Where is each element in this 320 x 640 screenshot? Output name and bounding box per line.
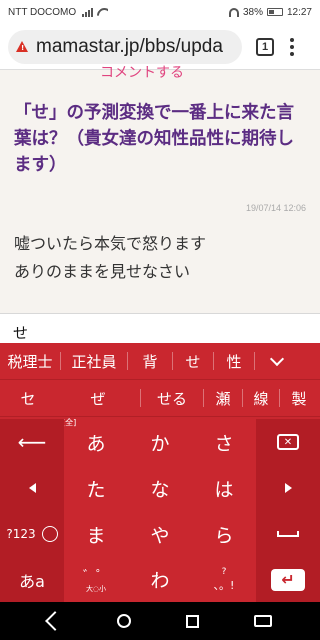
undo-arrow-icon: ⟵ <box>17 430 47 454</box>
thread-title: 「せ」の予測変換で一番上に来た言葉は？（貴女達の知性品性に期待します） <box>14 103 294 175</box>
kana-key-ma[interactable]: ま <box>64 511 128 557</box>
key-grid: ⟵ ?123 あa あ か さ た な は ま や ら ゛゜ 大◌小 わ ? 、… <box>0 419 320 602</box>
candidate-row: 税理士 正社員 背 せ 性 <box>0 343 320 380</box>
number-mode-key[interactable]: ?123 <box>0 511 64 557</box>
overflow-menu-icon[interactable] <box>290 37 294 56</box>
kana-key-ha[interactable]: は <box>192 465 256 511</box>
candidate[interactable]: 瀬 <box>204 380 242 416</box>
japanese-keyboard: 税理士 正社員 背 せ 性 セ [全] ぜ せる 瀬 線 製 ⟵ ?123 あa… <box>0 343 320 602</box>
backspace-icon: ✕ <box>277 434 299 450</box>
chevron-down-icon <box>269 351 285 367</box>
recents-icon[interactable] <box>186 614 200 628</box>
cursor-left-key[interactable] <box>0 465 64 511</box>
headphones-icon <box>228 7 239 17</box>
dakuten-key[interactable]: ゛゜ 大◌小 <box>64 557 128 602</box>
back-icon[interactable] <box>44 611 65 631</box>
cursor-right-key[interactable] <box>256 465 320 511</box>
tab-count: 1 <box>261 40 269 53</box>
post-date: 19/07/14 12:06 <box>245 203 306 213</box>
comment-input[interactable]: せ <box>0 313 320 343</box>
kana-key-wa[interactable]: わ <box>128 557 192 602</box>
status-bar: NTT DOCOMO 38% 12:27 <box>0 0 320 24</box>
url-text[interactable]: mamastar.jp/bbs/upda <box>36 36 223 58</box>
keyboard-icon[interactable] <box>254 615 273 627</box>
post-body-line: ありのままを見せなさい <box>14 262 191 281</box>
candidate[interactable]: 税理士 <box>0 343 60 379</box>
expand-candidates-button[interactable] <box>255 343 299 379</box>
address-bar[interactable]: ! mamastar.jp/bbs/upda <box>8 29 242 64</box>
post-body-line: 嘘ついたら本気で怒ります <box>14 234 207 253</box>
not-secure-warning-icon[interactable]: ! <box>16 41 28 52</box>
system-nav-bar <box>0 602 320 640</box>
tab-switcher-button[interactable]: 1 <box>256 37 274 56</box>
punctuation-bottom-label: 、。! <box>213 578 235 592</box>
size-toggle-label: 大◌小 <box>85 585 107 593</box>
input-mode-key[interactable]: あa <box>0 557 64 602</box>
battery-percent: 38% <box>242 6 263 18</box>
punctuation-key[interactable]: ? 、。! <box>192 557 256 602</box>
space-icon <box>277 531 299 537</box>
kana-key-a[interactable]: あ <box>64 419 128 465</box>
space-key[interactable] <box>256 511 320 557</box>
battery-icon <box>266 8 283 16</box>
kana-key-ya[interactable]: や <box>128 511 192 557</box>
undo-key[interactable]: ⟵ <box>0 419 64 465</box>
candidate-row: セ [全] ぜ せる 瀬 線 製 <box>0 380 320 427</box>
emoji-icon[interactable] <box>41 526 58 542</box>
dakuten-label: ゛゜ <box>82 569 109 584</box>
number-mode-label: ?123 <box>6 527 36 541</box>
candidate[interactable]: 性 <box>214 343 254 379</box>
clock: 12:27 <box>286 6 312 18</box>
enter-icon: ↵ <box>271 568 305 591</box>
wifi-icon <box>97 8 108 17</box>
post-body: 嘘ついたら本気で怒ります ありのままを見せなさい <box>14 230 206 286</box>
left-arrow-icon <box>28 483 36 493</box>
kana-key-ta[interactable]: た <box>64 465 128 511</box>
home-icon[interactable] <box>116 614 131 628</box>
candidate[interactable]: 製 <box>280 380 318 416</box>
kana-key-ra[interactable]: ら <box>192 511 256 557</box>
kana-key-ka[interactable]: か <box>128 419 192 465</box>
candidate[interactable]: 正社員 <box>61 343 127 379</box>
signal-icon <box>82 7 94 17</box>
candidate[interactable]: セ <box>0 380 56 416</box>
kana-key-sa[interactable]: さ <box>192 419 256 465</box>
candidate[interactable]: 背 <box>128 343 172 379</box>
punctuation-top-label: ? <box>221 566 227 577</box>
comment-link[interactable]: コメントする <box>100 62 184 82</box>
backspace-key[interactable]: ✕ <box>256 419 320 465</box>
page-content: コメントする 「せ」の予測変換で一番上に来た言葉は？（貴女達の知性品性に期待しま… <box>0 65 320 340</box>
candidate[interactable]: 線 <box>243 380 279 416</box>
kana-key-na[interactable]: な <box>128 465 192 511</box>
right-arrow-icon <box>284 483 292 493</box>
candidate[interactable]: せ <box>173 343 213 379</box>
candidate[interactable]: せる <box>141 380 203 416</box>
carrier-label: NTT DOCOMO <box>8 6 77 18</box>
enter-key[interactable]: ↵ <box>256 557 320 602</box>
